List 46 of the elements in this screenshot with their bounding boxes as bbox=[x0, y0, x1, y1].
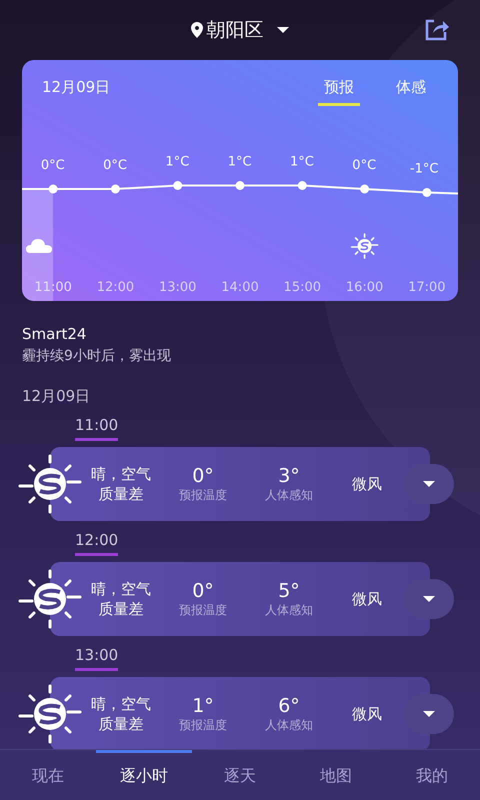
temperature-value: 1 bbox=[228, 155, 236, 170]
forecast-temperature: 1° bbox=[192, 694, 214, 716]
hour-label: 12:00 bbox=[96, 280, 134, 295]
temperature-value: -1 bbox=[410, 162, 423, 176]
temperature-unit: °C bbox=[360, 158, 376, 173]
temperature-value: 1 bbox=[165, 155, 174, 170]
wind-level: 微风 bbox=[351, 590, 383, 608]
wind-level: 微风 bbox=[351, 474, 383, 494]
summary-title: Smart24 bbox=[22, 325, 88, 343]
hour-label: 17:00 bbox=[408, 280, 446, 295]
hour-label: 15:00 bbox=[284, 280, 322, 295]
feels-like-temperature: 6° bbox=[278, 694, 300, 716]
hour-time: 12:00 bbox=[75, 531, 118, 556]
temperature-value: 0 bbox=[40, 158, 50, 173]
forecast-temperature: 0° bbox=[192, 580, 214, 602]
temperature-unit: °C bbox=[422, 162, 438, 176]
hour-time: 13:00 bbox=[75, 646, 118, 671]
temperature-unit: °C bbox=[111, 158, 127, 173]
hour-label: 13:00 bbox=[158, 280, 196, 295]
wind-level: 微风 bbox=[351, 704, 383, 724]
temperature-unit: °C bbox=[174, 155, 190, 170]
forecast-temperature-label: 预报温度 bbox=[179, 602, 227, 618]
temperature-unit: °C bbox=[236, 155, 252, 170]
temperature-value: 1 bbox=[290, 155, 298, 170]
hour-label: 16:00 bbox=[346, 280, 384, 295]
hour-time: 11:00 bbox=[75, 416, 118, 441]
hour-label: 11:00 bbox=[34, 280, 72, 295]
temperature-unit: °C bbox=[49, 158, 65, 173]
temperature-value: 0 bbox=[352, 158, 361, 173]
weather-condition: 晴，空气质量差 bbox=[90, 694, 152, 734]
feels-like-temperature: 3° bbox=[278, 464, 300, 486]
feels-like-label: 人体感知 bbox=[265, 716, 313, 734]
weather-condition: 晴，空气质量差 bbox=[90, 464, 152, 504]
summary-text: 霾持续9小时后，雾出现 bbox=[22, 347, 172, 365]
hour-label: 14:00 bbox=[221, 280, 259, 295]
weather-condition: 晴，空气质量差 bbox=[90, 579, 152, 619]
feels-like-temperature: 5° bbox=[278, 580, 300, 602]
feels-like-label: 人体感知 bbox=[265, 602, 313, 618]
forecast-temperature: 0° bbox=[192, 464, 214, 486]
forecast-temperature-label: 预报温度 bbox=[179, 716, 227, 734]
temperature-value: 0 bbox=[103, 158, 112, 173]
temperature-unit: °C bbox=[298, 155, 314, 170]
feels-like-label: 人体感知 bbox=[265, 486, 313, 504]
forecast-date: 12月09日 bbox=[42, 78, 110, 97]
list-date: 12月09日 bbox=[22, 387, 92, 406]
forecast-temperature-label: 预报温度 bbox=[179, 486, 227, 504]
